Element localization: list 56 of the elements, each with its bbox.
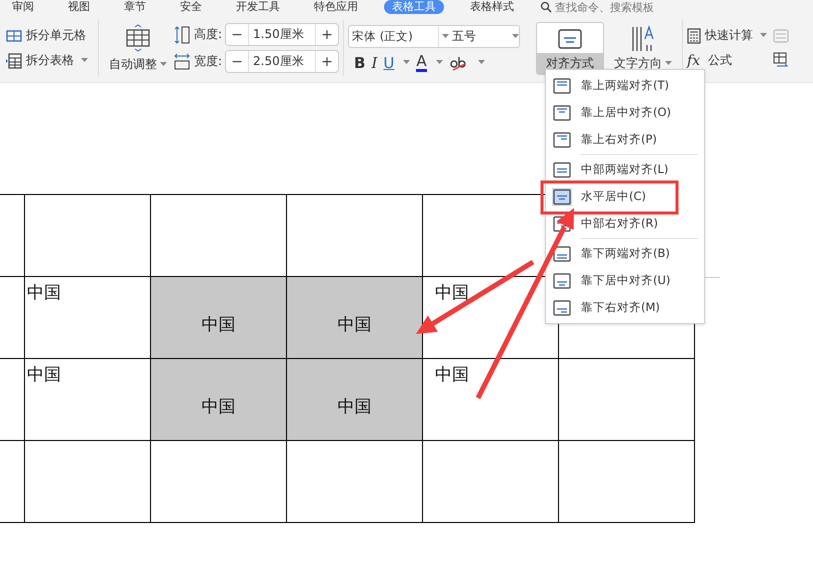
menu-item[interactable]: 靠上右对齐(P) [546, 126, 704, 153]
ribbon-tab[interactable]: 开发工具 [228, 0, 288, 14]
calculator-icon [687, 28, 702, 44]
caret-icon [403, 60, 410, 65]
field-label: 高度: [194, 26, 222, 43]
caret-icon [512, 34, 520, 38]
caret-icon [436, 60, 443, 65]
spin-field[interactable]: − 1.50厘米 + [225, 23, 340, 46]
auto-fit-button[interactable]: 自动调整 [103, 24, 173, 72]
table-convert-icon [773, 52, 790, 68]
spin-field[interactable]: − 2.50厘米 + [225, 50, 340, 73]
decrement-button[interactable]: − [226, 54, 248, 70]
ribbon-tab[interactable]: 特色应用 [306, 0, 366, 14]
formula-button[interactable]: fx 公式 [687, 52, 768, 69]
italic-button[interactable]: I [371, 54, 378, 72]
menu-item[interactable]: 靠上两端对齐(T) [546, 72, 704, 99]
table-cell: 中国 [151, 277, 287, 359]
field-label: 宽度: [194, 53, 222, 70]
font-size-dropdown[interactable]: 五号 [449, 28, 510, 44]
ribbon-tab[interactable]: 章节 [116, 0, 154, 14]
ribbon-tab[interactable]: 审阅 [4, 0, 42, 14]
row-height-icon [173, 24, 191, 44]
font-name-dropdown[interactable]: 宋体 (正文) [349, 26, 440, 46]
menu-item[interactable]: 水平居中(C) [546, 183, 704, 210]
caret-icon [760, 33, 768, 38]
column-width-icon [173, 52, 191, 72]
table-cell: 中国 [151, 359, 287, 441]
caret-icon [665, 60, 672, 66]
align-center-icon [558, 28, 582, 48]
split-table-button[interactable]: 拆分表格 [6, 52, 94, 69]
table-cell: 中国 [423, 359, 559, 441]
underline-button[interactable]: U [383, 54, 394, 72]
split-cell-button[interactable]: 拆分单元格 [6, 27, 94, 44]
decrement-button[interactable]: − [226, 26, 248, 42]
increment-button[interactable]: + [316, 54, 338, 70]
menu-item[interactable]: 中部两端对齐(L) [546, 156, 704, 183]
menu-item[interactable]: 靠下两端对齐(B) [546, 240, 704, 267]
text-direction-icon [630, 24, 656, 52]
font-color-button[interactable]: A [416, 54, 427, 72]
menu-item[interactable]: 靠上居中对齐(O) [546, 99, 704, 126]
text-direction-button[interactable]: 文字方向 [608, 24, 678, 72]
search-icon [540, 1, 552, 13]
quick-calc-button[interactable]: 快速计算 [687, 27, 768, 44]
increment-button[interactable]: + [316, 26, 338, 42]
caret-icon [160, 62, 167, 66]
caret-icon [81, 58, 88, 63]
search-field[interactable]: 查找命令、搜索模板 [540, 0, 675, 14]
caret-icon [442, 34, 450, 38]
ribbon-tab[interactable]: 视图 [60, 0, 98, 14]
table-cell: 中国 [287, 277, 423, 359]
alignment-button[interactable]: 对齐方式 [536, 22, 604, 74]
ribbon-tab[interactable]: 表格样式 [462, 0, 522, 14]
ribbon-tab[interactable]: 安全 [172, 0, 210, 14]
bold-button[interactable]: B [354, 54, 366, 72]
table-cell: 中国 [287, 359, 423, 441]
caret-icon [478, 60, 485, 65]
